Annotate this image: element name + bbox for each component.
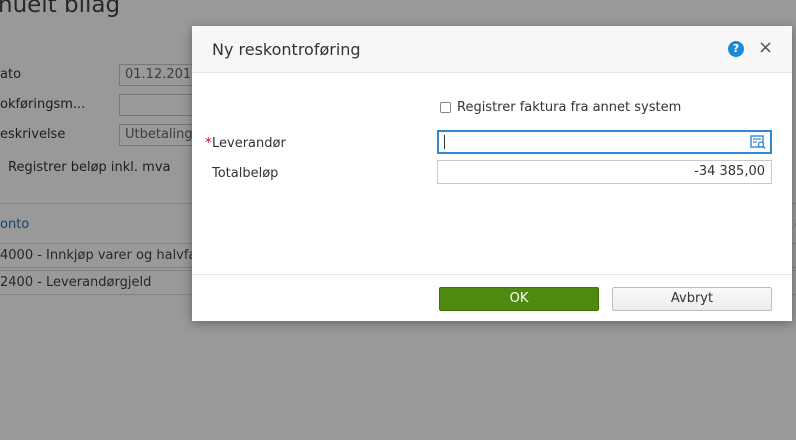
new-ledger-entry-dialog: Ny reskontroføring ? × Registrer faktura…	[192, 26, 792, 321]
close-icon[interactable]: ×	[758, 38, 773, 58]
total-amount-input[interactable]: -34 385,00	[437, 160, 772, 184]
text-caret	[444, 135, 445, 149]
external-invoice-option[interactable]: Registrer faktura fra annet system	[440, 100, 681, 115]
ok-button[interactable]: OK	[439, 287, 599, 311]
external-invoice-label[interactable]: Registrer faktura fra annet system	[457, 100, 681, 115]
external-invoice-checkbox[interactable]	[440, 102, 451, 113]
dialog-header: Ny reskontroføring ? ×	[192, 26, 792, 73]
required-marker: *	[205, 136, 212, 151]
total-amount-value: -34 385,00	[694, 164, 765, 179]
dialog-title: Ny reskontroføring	[212, 40, 361, 59]
dialog-footer: OK Avbryt	[192, 274, 792, 321]
lookup-icon[interactable]	[750, 134, 766, 150]
help-icon[interactable]: ?	[728, 41, 744, 57]
supplier-input[interactable]	[437, 130, 772, 154]
supplier-label: Leverandør	[212, 136, 286, 151]
cancel-button[interactable]: Avbryt	[612, 287, 772, 311]
total-amount-label: Totalbeløp	[212, 166, 279, 181]
